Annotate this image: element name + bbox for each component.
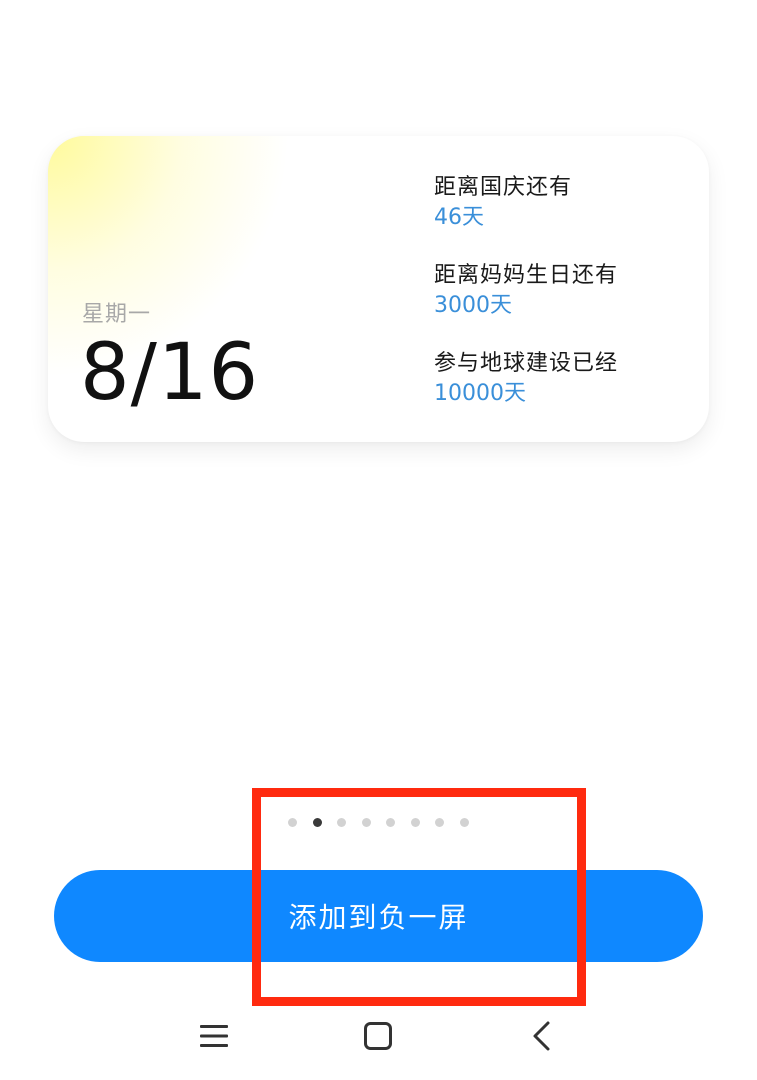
add-to-minus-one-screen-button[interactable]: 添加到负一屏 — [54, 870, 703, 962]
page-dot[interactable] — [337, 818, 346, 827]
page-dot[interactable] — [410, 818, 420, 827]
page-dot[interactable] — [386, 818, 395, 827]
home-icon — [364, 1022, 392, 1050]
weekday-label: 星期一 — [82, 302, 152, 327]
home-button[interactable] — [350, 1014, 406, 1058]
event-title: 距离妈妈生日还有 — [434, 263, 619, 288]
page-dot[interactable] — [361, 818, 371, 827]
page-dot-active[interactable] — [312, 818, 322, 827]
date-display: 8/16 — [80, 328, 260, 418]
page-dot[interactable] — [459, 818, 469, 827]
event-list: 距离国庆还有 46天 距离妈妈生日还有 3000天 参与地球建设已经 10000… — [434, 174, 618, 438]
event-item: 距离妈妈生日还有 3000天 — [434, 262, 618, 350]
page-indicator — [288, 818, 469, 828]
event-value: 10000天 — [434, 381, 526, 406]
page-dot[interactable] — [288, 818, 297, 827]
screen: 星期一 8/16 距离国庆还有 46天 距离妈妈生日还有 3000天 参与地球建… — [0, 0, 757, 1080]
event-item: 距离国庆还有 46天 — [434, 174, 618, 262]
event-title: 参与地球建设已经 — [434, 351, 619, 376]
countdown-widget-card[interactable]: 星期一 8/16 距离国庆还有 46天 距离妈妈生日还有 3000天 参与地球建… — [48, 136, 709, 442]
event-value: 46天 — [434, 205, 484, 230]
event-title: 距离国庆还有 — [434, 175, 573, 200]
page-dot[interactable] — [435, 818, 444, 827]
system-navigation-bar — [0, 1000, 757, 1080]
back-button[interactable] — [514, 1014, 570, 1058]
event-value: 3000天 — [434, 293, 512, 318]
back-icon — [533, 1021, 550, 1051]
menu-button[interactable] — [186, 1014, 242, 1058]
menu-icon — [200, 1025, 228, 1047]
event-item: 参与地球建设已经 10000天 — [434, 350, 618, 438]
